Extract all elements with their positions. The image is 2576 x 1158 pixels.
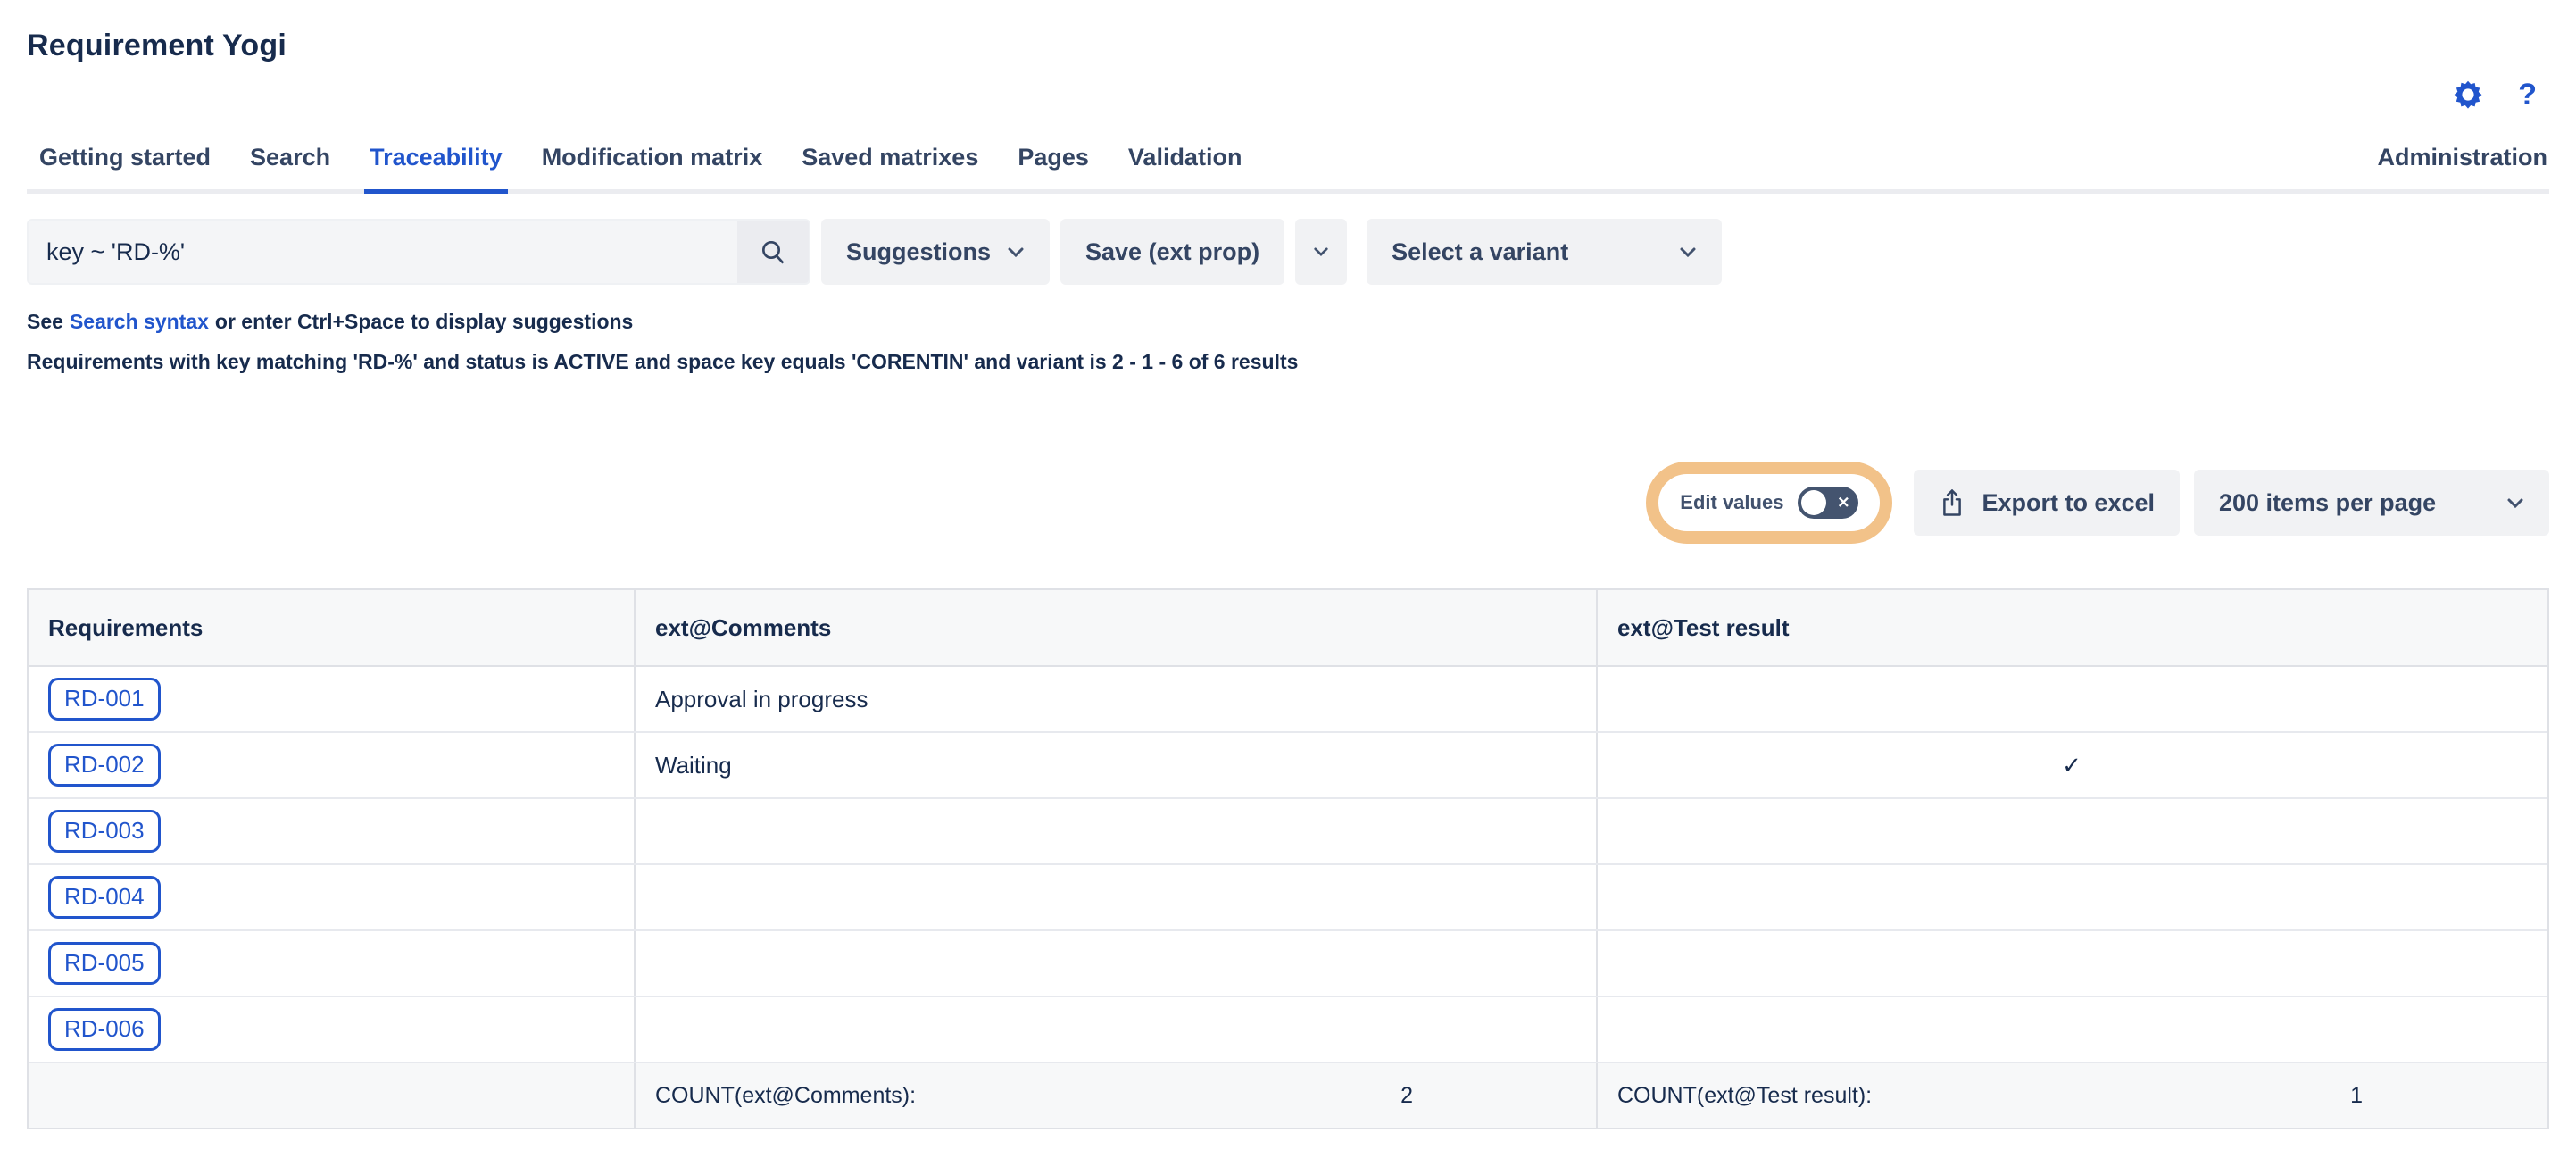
footer-comments-count-cell: COUNT(ext@Comments): 2 <box>636 1063 1598 1128</box>
save-label: Save (ext prop) <box>1085 238 1259 266</box>
requirement-key-badge[interactable]: RD-001 <box>48 678 161 721</box>
settings-gear-icon[interactable] <box>2452 79 2484 111</box>
test-result-cell[interactable]: ✓ <box>1598 733 2546 797</box>
table-controls: Edit values ✕ Export to excel 200 items … <box>27 453 2549 553</box>
export-to-excel-button[interactable]: Export to excel <box>1914 470 2180 536</box>
tab-traceability[interactable]: Traceability <box>368 135 504 189</box>
items-per-page-value: 200 items per page <box>2219 489 2436 517</box>
table-footer-row: COUNT(ext@Comments): 2 COUNT(ext@Test re… <box>29 1063 2547 1128</box>
tab-search[interactable]: Search <box>248 135 332 189</box>
comments-cell[interactable]: Approval in progress <box>636 667 1598 731</box>
search-input[interactable] <box>29 221 737 283</box>
tab-validation[interactable]: Validation <box>1126 135 1244 189</box>
test-count-label: COUNT(ext@Test result): <box>1617 1083 1872 1109</box>
chevron-down-icon <box>1007 246 1025 258</box>
help-icon[interactable]: ? <box>2518 79 2537 110</box>
export-icon <box>1939 488 1965 517</box>
test-result-cell[interactable] <box>1598 865 2546 929</box>
edit-values-toggle[interactable]: ✕ <box>1798 487 1858 519</box>
tab-pages[interactable]: Pages <box>1016 135 1091 189</box>
tab-getting-started[interactable]: Getting started <box>37 135 212 189</box>
comments-cell[interactable] <box>636 997 1598 1062</box>
comments-count-value: 2 <box>1400 1083 1413 1109</box>
suggestions-button[interactable]: Suggestions <box>821 219 1050 285</box>
tab-modification-matrix[interactable]: Modification matrix <box>540 135 765 189</box>
search-syntax-link[interactable]: Search syntax <box>70 310 209 333</box>
requirement-key-badge[interactable]: RD-003 <box>48 810 161 853</box>
table-row: RD-004 <box>29 865 2547 931</box>
table-header-row: Requirements ext@Comments ext@Test resul… <box>29 590 2547 667</box>
search-toolbar: Suggestions Save (ext prop) Select a var… <box>27 219 2549 285</box>
chevron-down-icon <box>2506 497 2524 509</box>
requirement-key-badge[interactable]: RD-005 <box>48 942 161 985</box>
export-label: Export to excel <box>1982 489 2155 517</box>
table-row: RD-001 Approval in progress <box>29 667 2547 733</box>
tab-saved-matrixes[interactable]: Saved matrixes <box>800 135 980 189</box>
test-result-cell[interactable] <box>1598 667 2546 731</box>
requirement-key-badge[interactable]: RD-006 <box>48 1008 161 1051</box>
edit-values-highlight-annotation: Edit values ✕ <box>1646 462 1892 544</box>
traceability-table: Requirements ext@Comments ext@Test resul… <box>27 588 2549 1129</box>
table-row: RD-005 <box>29 931 2547 997</box>
items-per-page-select[interactable]: 200 items per page <box>2194 470 2549 536</box>
table-row: RD-002 Waiting ✓ <box>29 733 2547 799</box>
requirement-key-badge[interactable]: RD-002 <box>48 744 161 787</box>
footer-test-count-cell: COUNT(ext@Test result): 1 <box>1598 1063 2546 1128</box>
hint-prefix: See <box>27 310 63 333</box>
test-result-cell[interactable] <box>1598 931 2546 996</box>
search-icon <box>759 237 787 266</box>
save-options-caret-button[interactable] <box>1295 219 1347 285</box>
variant-select[interactable]: Select a variant <box>1367 219 1722 285</box>
hint-suffix: or enter Ctrl+Space to display suggestio… <box>215 310 633 333</box>
save-ext-prop-button[interactable]: Save (ext prop) <box>1060 219 1284 285</box>
header-requirements: Requirements <box>29 590 636 665</box>
comments-cell[interactable] <box>636 799 1598 863</box>
edit-values-label: Edit values <box>1680 491 1783 514</box>
tab-bar: Getting started Search Traceability Modi… <box>27 135 2549 194</box>
comments-cell[interactable]: Waiting <box>636 733 1598 797</box>
comments-cell[interactable] <box>636 865 1598 929</box>
test-count-value: 1 <box>2350 1083 2363 1109</box>
search-syntax-hint: See Search syntax or enter Ctrl+Space to d… <box>27 310 2549 334</box>
chevron-down-icon <box>1313 246 1329 257</box>
tab-administration[interactable]: Administration <box>2375 135 2549 189</box>
requirement-key-badge[interactable]: RD-004 <box>48 876 161 919</box>
toggle-off-x-icon: ✕ <box>1837 496 1849 511</box>
test-result-cell[interactable] <box>1598 799 2546 863</box>
test-result-cell[interactable] <box>1598 997 2546 1062</box>
table-row: RD-006 <box>29 997 2547 1063</box>
footer-empty-cell <box>29 1063 636 1128</box>
header-ext-comments: ext@Comments <box>636 590 1598 665</box>
comments-count-label: COUNT(ext@Comments): <box>655 1083 916 1109</box>
suggestions-label: Suggestions <box>846 238 991 266</box>
table-body: RD-001 Approval in progress RD-002 Waiti… <box>29 667 2547 1063</box>
variant-select-value: Select a variant <box>1392 238 1568 266</box>
chevron-down-icon <box>1679 246 1697 258</box>
table-row: RD-003 <box>29 799 2547 865</box>
search-submit-button[interactable] <box>737 221 809 283</box>
header-ext-test-result: ext@Test result <box>1598 590 2546 665</box>
results-summary: Requirements with key matching 'RD-%' an… <box>27 350 2549 374</box>
requirement-yogi-page: Requirement Yogi ? Getting started Searc… <box>0 0 2576 1129</box>
toggle-knob <box>1801 490 1826 515</box>
page-title: Requirement Yogi <box>27 0 2549 63</box>
header-icons: ? <box>2452 79 2537 111</box>
comments-cell[interactable] <box>636 931 1598 996</box>
search-field <box>27 219 810 285</box>
